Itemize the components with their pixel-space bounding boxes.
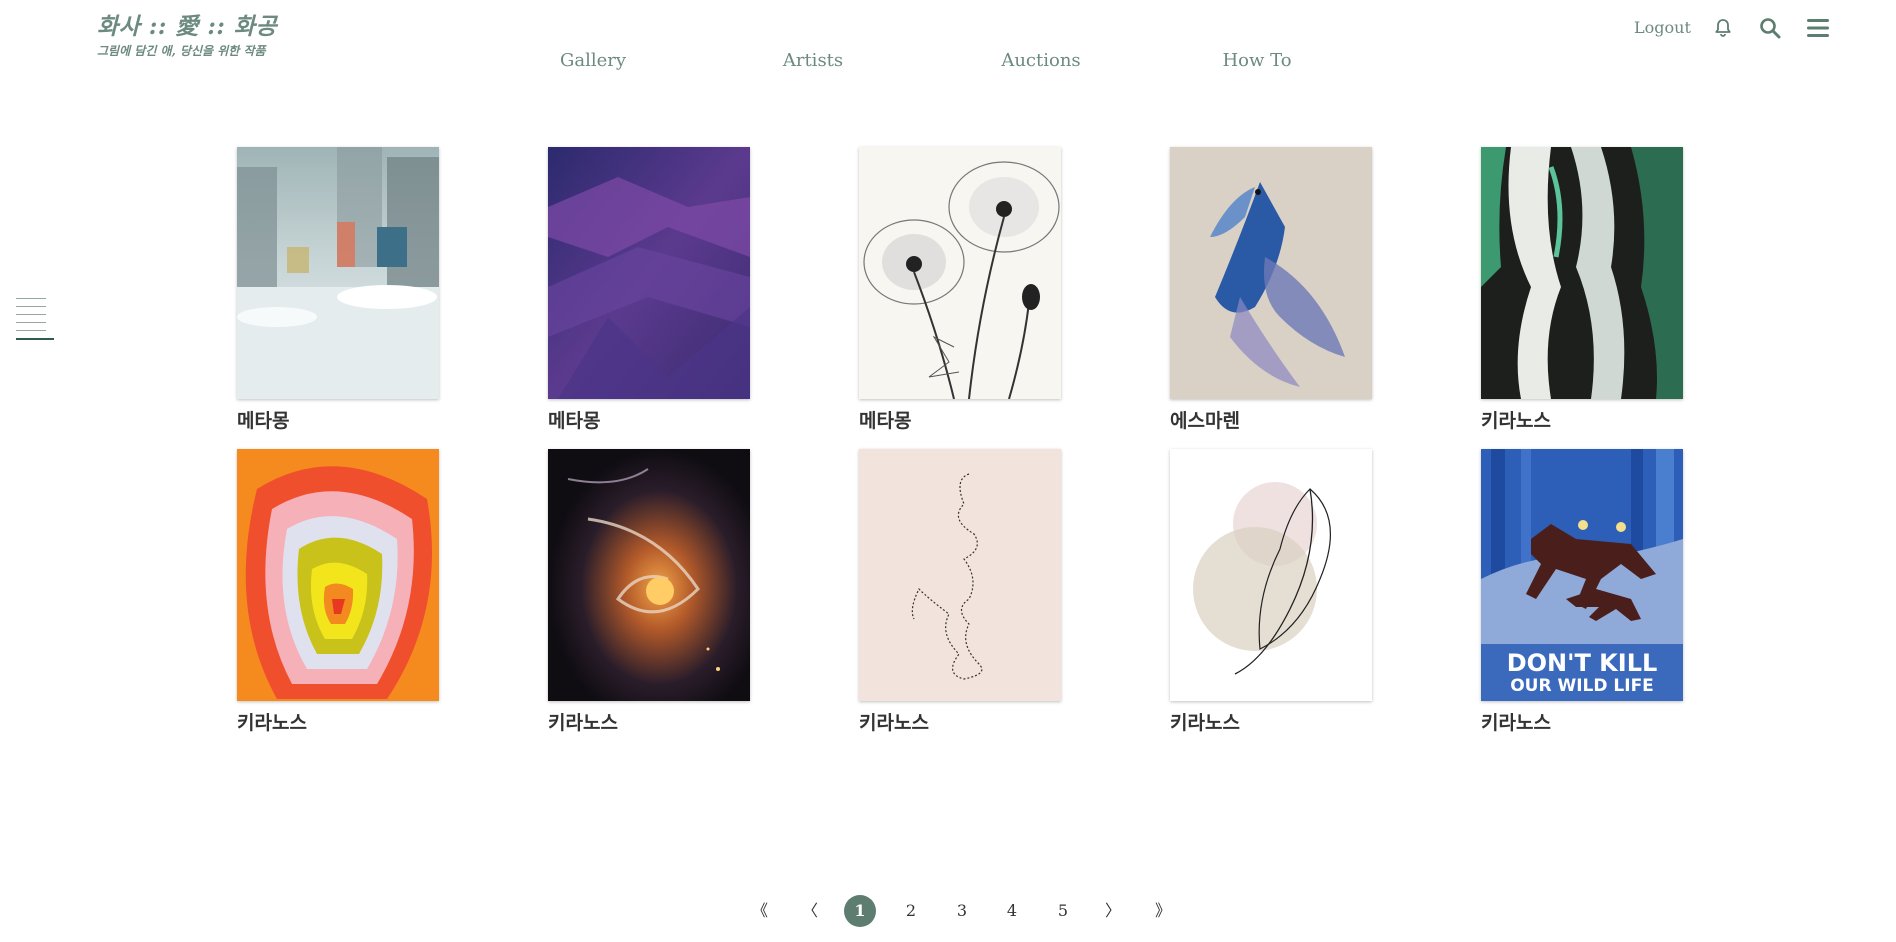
poster-text-line-1: DON'T KILL: [1507, 649, 1658, 677]
artist-name[interactable]: 키라노스: [237, 708, 439, 735]
artwork-card[interactable]: 키라노스: [859, 449, 1061, 735]
brand-title: 화사 :: 愛 :: 화공: [97, 13, 278, 40]
page-button-4[interactable]: 4: [996, 895, 1028, 927]
side-indicator-line[interactable]: [16, 322, 46, 323]
artist-name[interactable]: 에스마렌: [1170, 406, 1372, 433]
artwork-card[interactable]: 메타몽: [859, 147, 1061, 433]
artwork-image-line-drawing[interactable]: [859, 449, 1061, 701]
artwork-card[interactable]: 키라노스: [548, 449, 750, 735]
side-scroll-indicator[interactable]: [16, 298, 54, 347]
side-indicator-line[interactable]: [16, 298, 46, 299]
artwork-image-cosmic-swirl[interactable]: [548, 449, 750, 701]
artist-name[interactable]: 메타몽: [548, 406, 750, 433]
artist-name[interactable]: 키라노스: [548, 708, 750, 735]
nav-artists[interactable]: Artists: [783, 50, 843, 71]
page-button-3[interactable]: 3: [946, 895, 978, 927]
menu-icon[interactable]: [1806, 17, 1830, 39]
search-icon[interactable]: [1759, 17, 1781, 39]
artist-name[interactable]: 키라노스: [1481, 708, 1683, 735]
artwork-card[interactable]: 메타몽: [237, 147, 439, 433]
page-button-2[interactable]: 2: [895, 895, 927, 927]
main-nav: Gallery Artists Auctions How To: [0, 50, 1896, 78]
artwork-image-betta-fish[interactable]: [1170, 147, 1372, 399]
side-indicator-line[interactable]: [16, 330, 46, 331]
side-indicator-line-active[interactable]: [16, 338, 54, 340]
nav-how-to[interactable]: How To: [1222, 50, 1291, 71]
artwork-card[interactable]: 키라노스: [1170, 449, 1372, 735]
artwork-image-purple-texture[interactable]: [548, 147, 750, 399]
page-next-button[interactable]: 〉: [1097, 895, 1129, 927]
bell-icon[interactable]: [1713, 18, 1733, 38]
artist-name[interactable]: 키라노스: [1170, 708, 1372, 735]
artist-name[interactable]: 메타몽: [859, 406, 1061, 433]
nav-auctions[interactable]: Auctions: [1001, 50, 1080, 71]
artwork-image-xray-poppies[interactable]: [859, 147, 1061, 399]
artwork-card[interactable]: 키라노스: [1481, 147, 1683, 433]
page-prev-button[interactable]: 〈: [794, 895, 826, 927]
artwork-image-green-paint-flow[interactable]: [1481, 147, 1683, 399]
artwork-image-concentric-rings[interactable]: [237, 449, 439, 701]
nav-gallery[interactable]: Gallery: [560, 50, 626, 71]
artwork-card[interactable]: DON'T KILL OUR WILD LIFE 키라노스: [1481, 449, 1683, 735]
artist-name[interactable]: 메타몽: [237, 406, 439, 433]
artwork-card[interactable]: 메타몽: [548, 147, 750, 433]
page-last-button[interactable]: 》: [1147, 895, 1179, 927]
artist-name[interactable]: 키라노스: [859, 708, 1061, 735]
artwork-image-wildlife-poster[interactable]: DON'T KILL OUR WILD LIFE: [1481, 449, 1683, 701]
artist-name[interactable]: 키라노스: [1481, 406, 1683, 433]
pagination: 《 〈 1 2 3 4 5 〉 》: [0, 895, 1896, 927]
artwork-card[interactable]: 키라노스: [237, 449, 439, 735]
page-first-button[interactable]: 《: [744, 895, 776, 927]
side-indicator-line[interactable]: [16, 306, 46, 307]
side-indicator-line[interactable]: [16, 314, 46, 315]
artwork-image-leaf-line-art[interactable]: [1170, 449, 1372, 701]
artwork-image-snowy-city[interactable]: [237, 147, 439, 399]
page-button-5[interactable]: 5: [1047, 895, 1079, 927]
poster-text-line-2: OUR WILD LIFE: [1510, 676, 1654, 696]
artwork-card[interactable]: 에스마렌: [1170, 147, 1372, 433]
logout-button[interactable]: Logout: [1634, 18, 1691, 37]
page-button-1[interactable]: 1: [844, 895, 876, 927]
